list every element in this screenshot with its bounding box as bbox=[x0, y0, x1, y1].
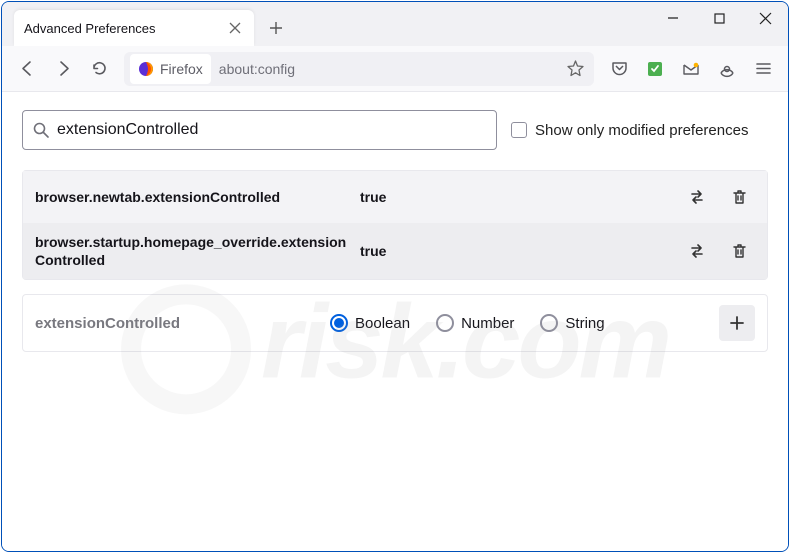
bookmark-star-button[interactable] bbox=[560, 60, 590, 77]
tab-close-button[interactable] bbox=[226, 19, 244, 37]
type-radio-group: Boolean Number String bbox=[330, 314, 709, 332]
show-modified-checkbox[interactable]: Show only modified preferences bbox=[511, 122, 748, 139]
radio-string[interactable]: String bbox=[540, 314, 604, 332]
browser-tab[interactable]: Advanced Preferences bbox=[14, 10, 254, 46]
new-tab-button[interactable] bbox=[260, 12, 292, 44]
radio-number[interactable]: Number bbox=[436, 314, 514, 332]
close-window-button[interactable] bbox=[742, 2, 788, 34]
radio-label: Number bbox=[461, 315, 514, 332]
minimize-button[interactable] bbox=[650, 2, 696, 34]
address-bar[interactable]: Firefox about:config bbox=[124, 52, 594, 86]
delete-button[interactable] bbox=[723, 235, 755, 267]
preference-row: browser.newtab.extensionControlled true bbox=[23, 171, 767, 223]
tab-title: Advanced Preferences bbox=[24, 21, 226, 36]
radio-label: Boolean bbox=[355, 315, 410, 332]
search-box[interactable] bbox=[22, 110, 497, 150]
radio-boolean[interactable]: Boolean bbox=[330, 314, 410, 332]
radio-icon bbox=[436, 314, 454, 332]
preference-value: true bbox=[360, 189, 671, 205]
checkbox-icon bbox=[511, 122, 527, 138]
pocket-button[interactable] bbox=[602, 52, 636, 86]
browser-window: Advanced Preferences bbox=[1, 1, 789, 552]
toggle-button[interactable] bbox=[681, 235, 713, 267]
identity-box[interactable]: Firefox bbox=[130, 54, 211, 84]
nav-toolbar: Firefox about:config bbox=[2, 46, 788, 92]
extension-button[interactable] bbox=[638, 52, 672, 86]
url-text: about:config bbox=[213, 61, 560, 77]
delete-button[interactable] bbox=[723, 181, 755, 213]
search-input[interactable] bbox=[57, 121, 486, 139]
preference-name: browser.newtab.extensionControlled bbox=[35, 188, 350, 206]
new-preference-row: extensionControlled Boolean Number Strin… bbox=[22, 294, 768, 352]
reload-button[interactable] bbox=[82, 52, 116, 86]
window-controls bbox=[650, 2, 788, 46]
search-icon bbox=[33, 122, 49, 138]
menu-button[interactable] bbox=[746, 52, 780, 86]
checkbox-label: Show only modified preferences bbox=[535, 122, 748, 139]
radio-icon bbox=[330, 314, 348, 332]
page-content: Show only modified preferences browser.n… bbox=[2, 92, 788, 551]
identity-label: Firefox bbox=[160, 61, 203, 77]
forward-button[interactable] bbox=[46, 52, 80, 86]
toggle-button[interactable] bbox=[681, 181, 713, 213]
preference-name: browser.startup.homepage_override.extens… bbox=[35, 233, 350, 269]
maximize-button[interactable] bbox=[696, 2, 742, 34]
firefox-icon bbox=[138, 61, 154, 77]
preference-value: true bbox=[360, 243, 671, 259]
mail-button[interactable] bbox=[674, 52, 708, 86]
account-button[interactable] bbox=[710, 52, 744, 86]
search-row: Show only modified preferences bbox=[22, 110, 768, 150]
preference-list: browser.newtab.extensionControlled true … bbox=[22, 170, 768, 280]
new-preference-name: extensionControlled bbox=[35, 315, 320, 332]
preference-row: browser.startup.homepage_override.extens… bbox=[23, 223, 767, 279]
back-button[interactable] bbox=[10, 52, 44, 86]
add-button[interactable] bbox=[719, 305, 755, 341]
radio-icon bbox=[540, 314, 558, 332]
radio-label: String bbox=[565, 315, 604, 332]
titlebar: Advanced Preferences bbox=[2, 2, 788, 46]
